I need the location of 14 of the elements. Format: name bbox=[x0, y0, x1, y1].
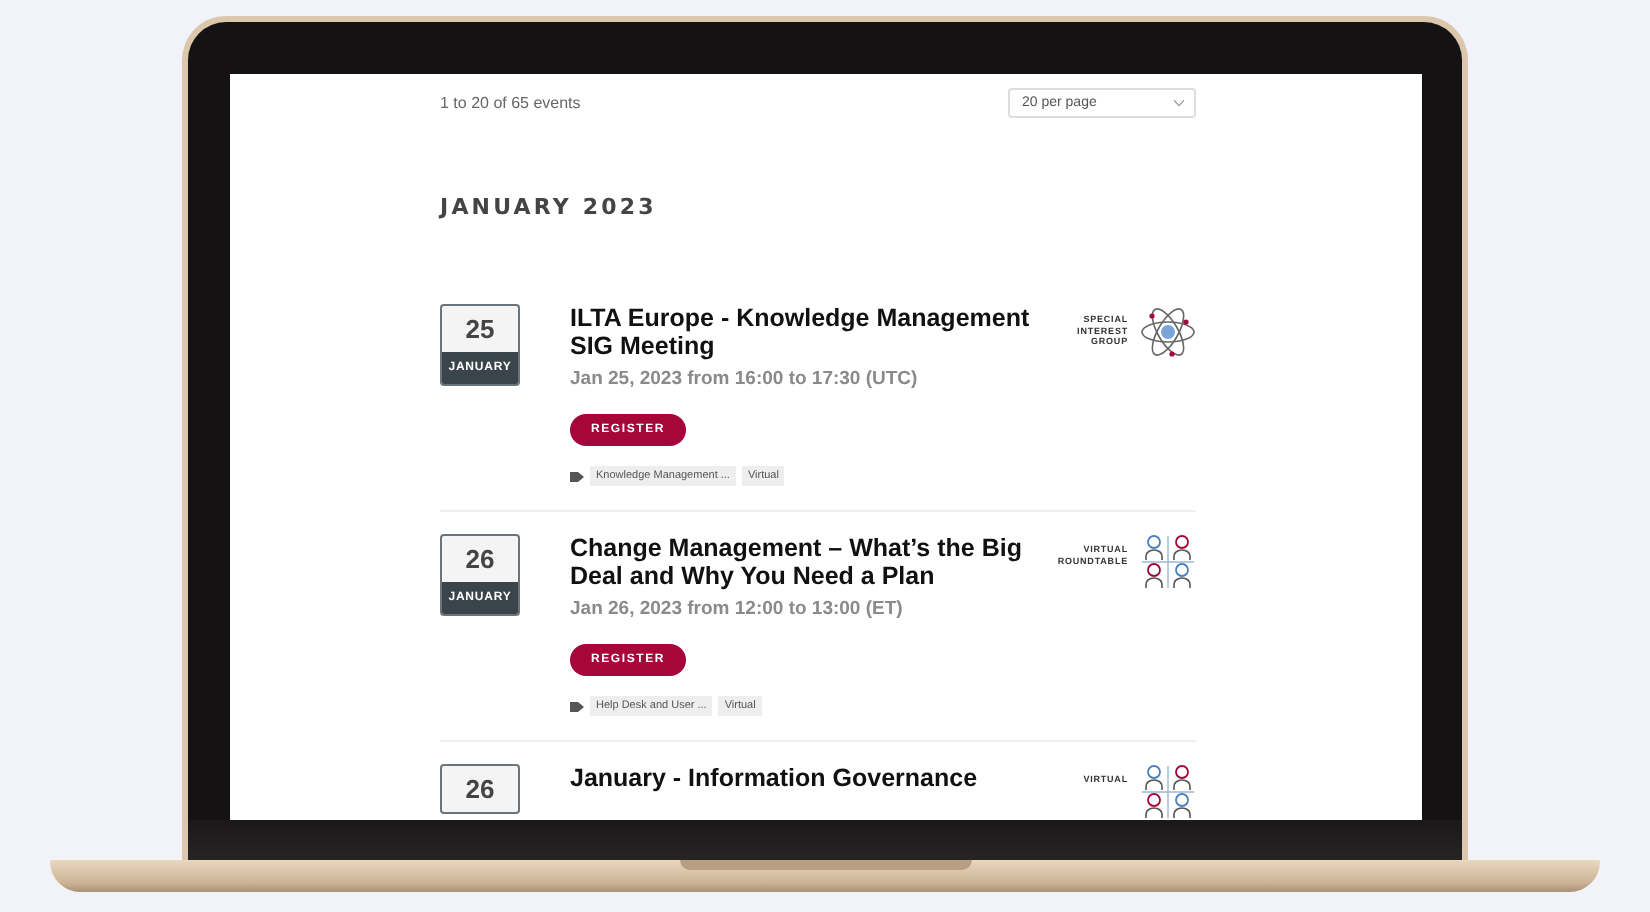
event-title[interactable]: January - Information Governance bbox=[570, 764, 1034, 820]
tag-icon bbox=[570, 701, 584, 711]
date-badge: 26 bbox=[440, 764, 520, 814]
results-summary: 1 to 20 of 65 events bbox=[440, 94, 581, 112]
event-title[interactable]: ILTA Europe - Knowledge Management SIG Meeting bbox=[570, 304, 1034, 360]
event-title[interactable]: Change Management – What’s the Big Deal and Why You Need a Plan bbox=[570, 534, 1034, 590]
event-datetime: Jan 25, 2023 from 16:00 to 17:30 (UTC) bbox=[570, 368, 918, 390]
event-datetime: Jan 26, 2023 from 12:00 to 13:00 (ET) bbox=[570, 598, 903, 620]
people-grid-icon bbox=[1140, 534, 1196, 590]
chevron-icon bbox=[1174, 100, 1184, 106]
atom-icon bbox=[1140, 304, 1196, 360]
month-heading: JANUARY 2023 bbox=[440, 194, 659, 220]
people-grid-icon bbox=[1140, 764, 1196, 820]
tag-icon bbox=[570, 471, 584, 481]
